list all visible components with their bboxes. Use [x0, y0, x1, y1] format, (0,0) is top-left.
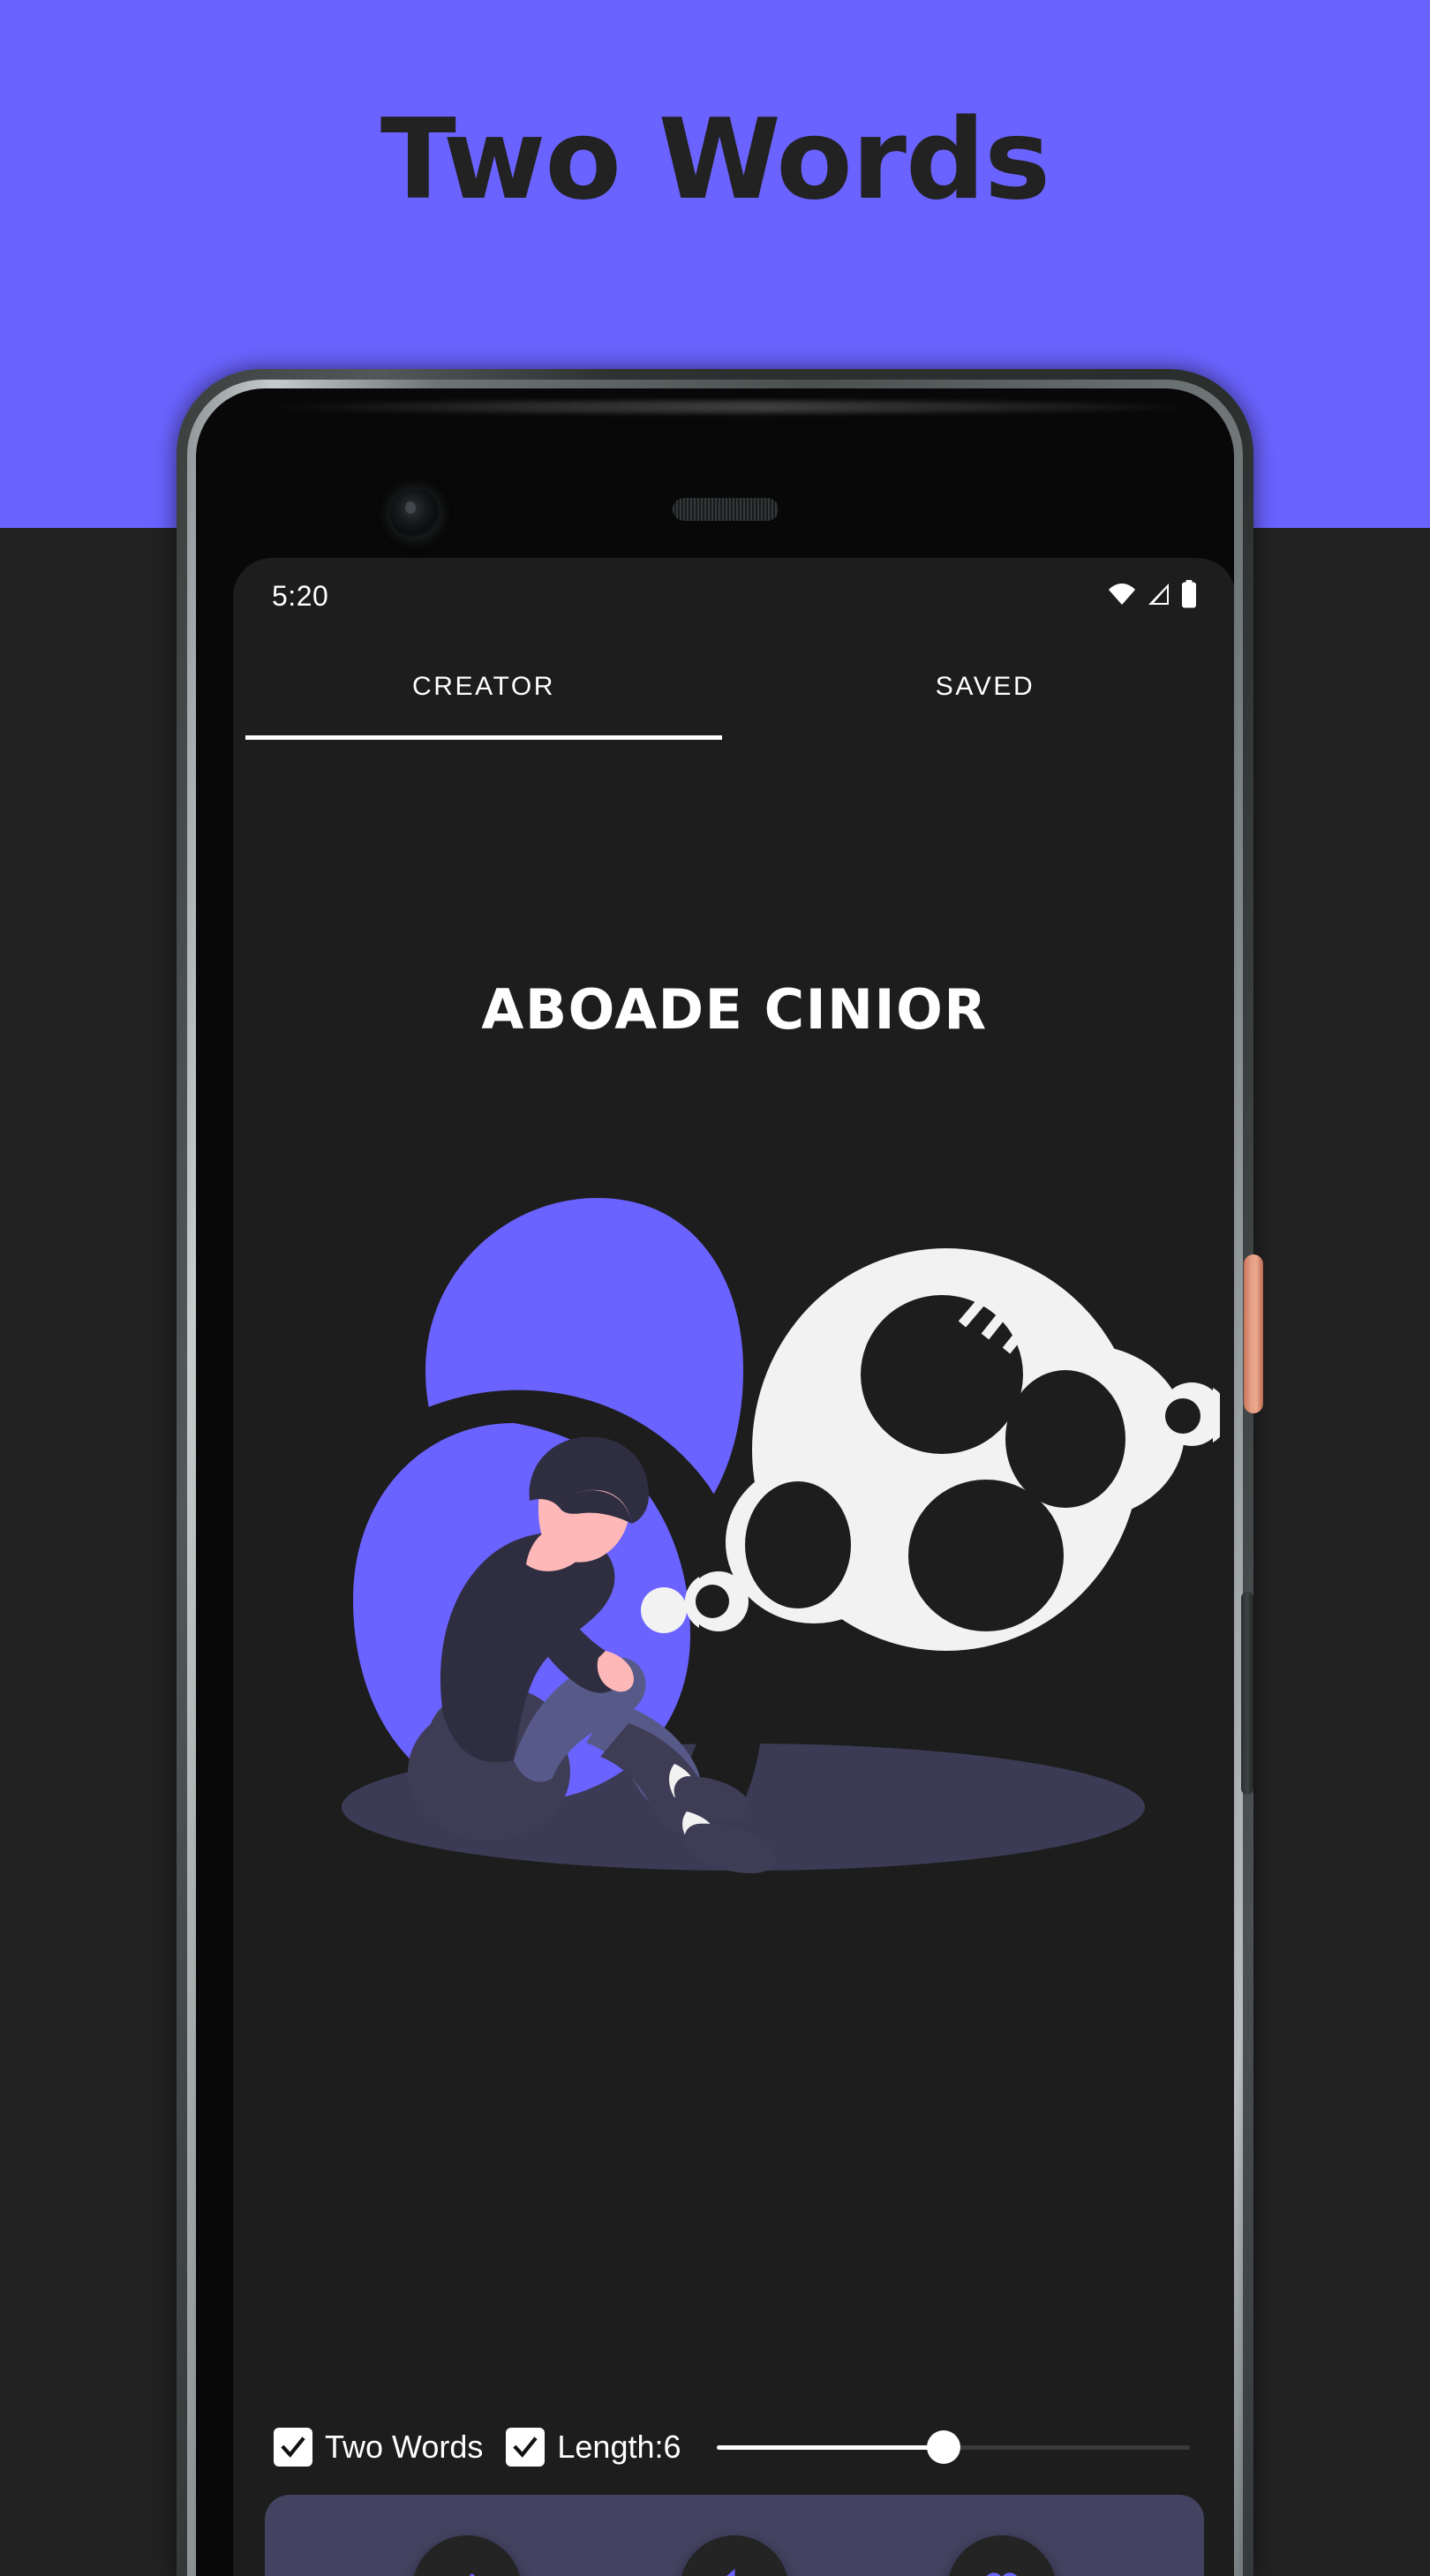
- two-words-checkbox-group[interactable]: Two Words: [274, 2428, 483, 2467]
- earpiece-speaker-icon: [673, 498, 779, 521]
- length-label: Length:6: [557, 2429, 681, 2465]
- front-camera-icon: [390, 489, 440, 539]
- promo-title: Two Words: [380, 94, 1050, 224]
- length-slider[interactable]: [716, 2428, 1190, 2467]
- refresh-rotate-icon: [726, 2568, 735, 2576]
- status-bar-time: 5:20: [272, 579, 329, 612]
- wifi-icon: [1107, 581, 1137, 612]
- status-bar: 5:20: [233, 558, 1234, 634]
- phone-bezel: 5:20 CREATOR SAVED ABOADE CINIOR Two Wor…: [196, 388, 1234, 2576]
- generated-word-display: ABOADE CINIOR: [481, 977, 988, 1042]
- length-checkbox-group[interactable]: Length:6: [506, 2428, 681, 2467]
- chevron-left-icon: [470, 2572, 476, 2576]
- volume-button[interactable]: [1241, 1592, 1253, 1795]
- slider-track-fill: [716, 2444, 945, 2450]
- tab-active-indicator: [245, 735, 722, 740]
- status-bar-icons: [1107, 579, 1197, 613]
- power-button[interactable]: [1244, 1254, 1263, 1413]
- slider-thumb[interactable]: [927, 2430, 961, 2464]
- favorite-button[interactable]: [946, 2535, 1057, 2576]
- phone-screen: 5:20 CREATOR SAVED ABOADE CINIOR Two Wor…: [233, 558, 1234, 2576]
- tab-creator[interactable]: CREATOR: [233, 634, 734, 740]
- two-words-checkbox[interactable]: [274, 2428, 312, 2467]
- tab-saved[interactable]: SAVED: [734, 634, 1234, 740]
- phone-device-mockup: 5:20 CREATOR SAVED ABOADE CINIOR Two Wor…: [177, 369, 1263, 2576]
- two-words-label: Two Words: [325, 2429, 484, 2465]
- action-bar: [265, 2495, 1204, 2576]
- bezel-glint: [249, 401, 1185, 413]
- previous-button[interactable]: [412, 2535, 523, 2576]
- battery-icon: [1181, 579, 1197, 613]
- checkmark-icon: [281, 2437, 305, 2458]
- person-sitting-thinking-illustration: [249, 1105, 1220, 1882]
- cellular-signal-icon: [1146, 581, 1172, 612]
- tab-saved-label: SAVED: [935, 672, 1035, 701]
- regenerate-button[interactable]: [679, 2535, 789, 2576]
- tab-creator-label: CREATOR: [411, 672, 556, 701]
- heart-icon: [986, 2572, 1017, 2576]
- tab-bar: CREATOR SAVED: [233, 634, 1234, 740]
- length-checkbox[interactable]: [506, 2428, 546, 2467]
- checkmark-icon: [513, 2437, 538, 2458]
- options-row: Two Words Length:6: [274, 2418, 1195, 2476]
